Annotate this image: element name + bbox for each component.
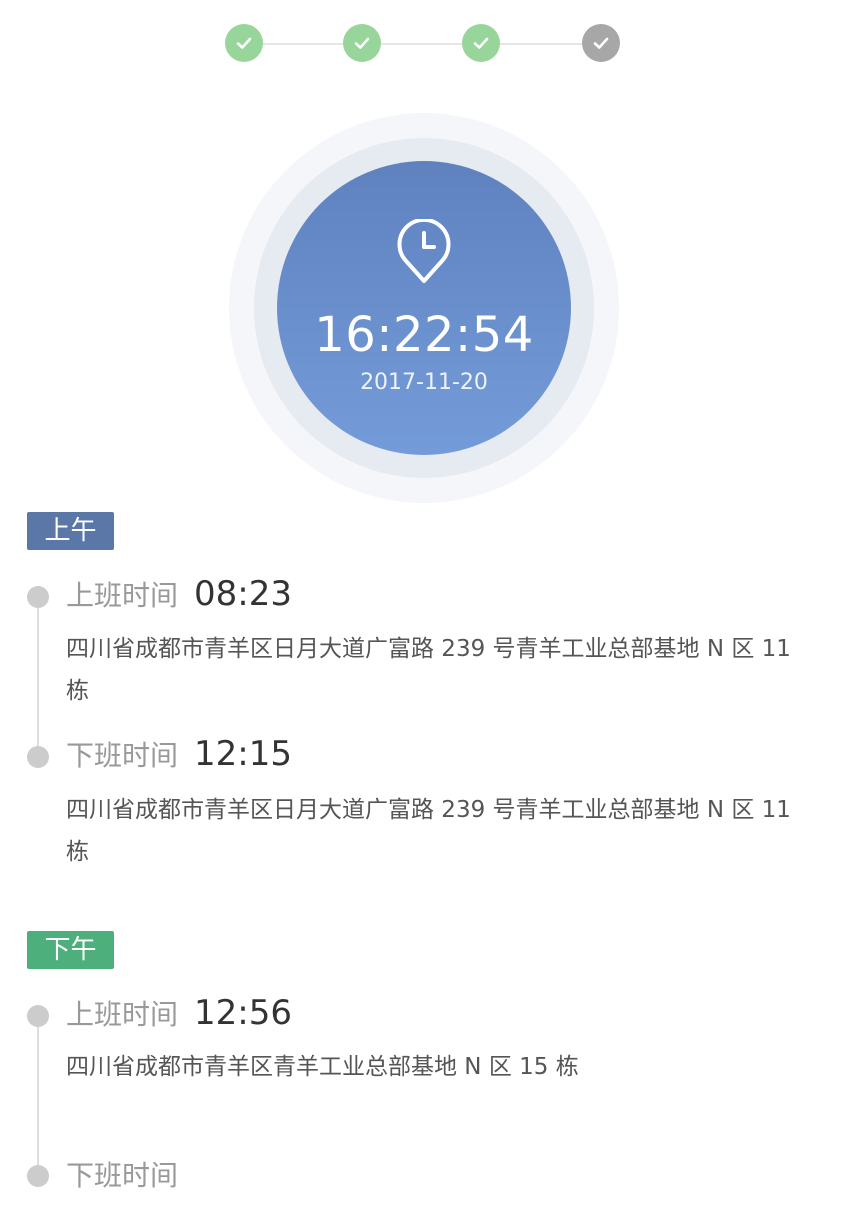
afternoon-clock-out-record: 下班时间 xyxy=(66,1154,178,1194)
step-progress xyxy=(0,24,848,64)
record-time: 12:56 xyxy=(194,993,292,1033)
record-address: 四川省成都市青羊区日月大道广富路 239 号青羊工业总部基地 N 区 11 栋 xyxy=(66,797,791,865)
step-connector xyxy=(380,43,464,45)
morning-tag: 上午 xyxy=(27,512,114,550)
step-2-check-icon xyxy=(343,24,381,62)
step-3-check-icon xyxy=(462,24,500,62)
record-label: 上班时间 xyxy=(66,579,179,612)
record-label: 下班时间 xyxy=(66,739,179,772)
clock-in-button[interactable]: 16:22:54 2017-11-20 xyxy=(277,161,571,455)
record-time: 08:23 xyxy=(194,574,292,614)
record-label: 下班时间 xyxy=(66,1159,179,1192)
record-time: 12:15 xyxy=(194,734,292,774)
clock-location-icon xyxy=(397,219,451,283)
step-connector xyxy=(500,43,584,45)
record-address: 四川省成都市青羊区日月大道广富路 239 号青羊工业总部基地 N 区 11 栋 xyxy=(66,636,791,704)
record-label: 上班时间 xyxy=(66,998,179,1031)
timeline-node xyxy=(27,586,49,608)
timeline-node xyxy=(27,1005,49,1027)
timeline-node xyxy=(27,746,49,768)
afternoon-clock-in-record: 上班时间 12:56 xyxy=(66,993,292,1033)
morning-clock-in-record: 上班时间 08:23 xyxy=(66,574,292,614)
step-4-check-icon xyxy=(582,24,620,62)
record-address: 四川省成都市青羊区青羊工业总部基地 N 区 15 栋 xyxy=(66,1054,579,1080)
afternoon-tag: 下午 xyxy=(27,931,114,969)
current-date: 2017-11-20 xyxy=(360,370,488,395)
morning-timeline-line xyxy=(37,597,39,757)
morning-clock-out-record: 下班时间 12:15 xyxy=(66,734,292,774)
timeline-node xyxy=(27,1165,49,1187)
afternoon-timeline-line xyxy=(37,1016,39,1176)
current-time: 16:22:54 xyxy=(314,307,534,363)
step-1-check-icon xyxy=(225,24,263,62)
step-connector xyxy=(262,43,344,45)
